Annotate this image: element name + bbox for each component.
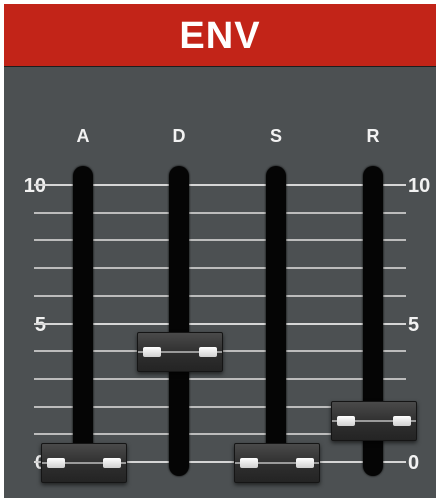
slider-thumb-a[interactable]	[41, 443, 127, 483]
slider-area: 10 10 5 5 0 0 A D S R	[0, 0, 438, 502]
thumb-grip-left	[143, 347, 161, 357]
scale-label-right-5: 5	[408, 314, 420, 336]
thumb-grip-right	[296, 458, 314, 468]
scale-label-right-10: 10	[408, 175, 431, 197]
slider-thumb-s[interactable]	[234, 443, 320, 483]
scale-label-left-10: 10	[23, 175, 46, 197]
thumb-grip-right	[103, 458, 121, 468]
scale-label-right-0: 0	[408, 452, 420, 474]
slider-thumb-r[interactable]	[331, 401, 417, 441]
thumb-grip-left	[47, 458, 65, 468]
channel-label-d: D	[172, 126, 186, 146]
slider-thumb-d[interactable]	[137, 332, 223, 372]
channel-label-a: A	[76, 126, 90, 146]
channel-label-r: R	[366, 126, 380, 146]
track-d[interactable]	[169, 166, 189, 476]
track-a[interactable]	[73, 166, 93, 476]
thumb-grip-left	[240, 458, 258, 468]
thumb-grip-right	[393, 416, 411, 426]
thumb-grip-right	[199, 347, 217, 357]
thumb-grip-left	[337, 416, 355, 426]
scale-label-left-5: 5	[34, 314, 46, 336]
track-s[interactable]	[266, 166, 286, 476]
channel-label-s: S	[269, 126, 282, 146]
